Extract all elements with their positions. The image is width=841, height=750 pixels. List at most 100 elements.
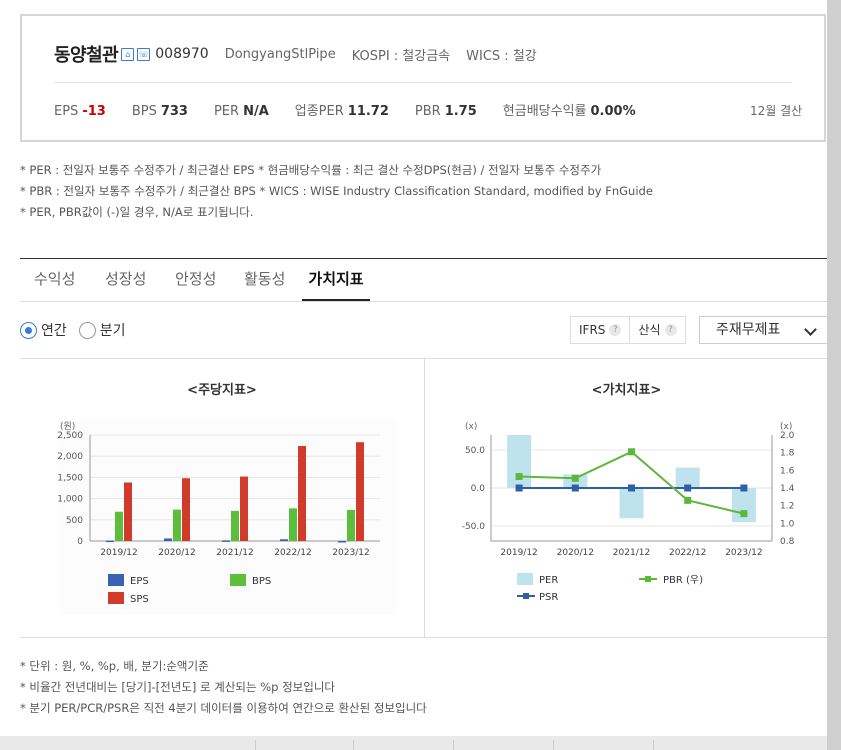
- point-psr: [740, 484, 748, 492]
- point-psr: [684, 484, 692, 492]
- per-share-chart: (원)05001,0001,5002,0002,5002019/12 2020/1…: [57, 419, 396, 615]
- home-icon[interactable]: ⌂: [121, 47, 135, 61]
- x-tick-label: 2019/12: [100, 548, 137, 558]
- annual-radio[interactable]: [20, 321, 37, 339]
- bar-eps: [222, 540, 230, 542]
- bar-eps: [280, 539, 288, 541]
- legend-label: BPS: [252, 576, 271, 587]
- metric-per: PER N/A: [213, 104, 269, 119]
- statement-select-value: 주재무제표: [716, 322, 781, 338]
- note-line: * PER, PBR값이 (-)일 경우, N/A로 표기됩니다.: [20, 205, 254, 219]
- x-tick-label: 2023/12: [332, 548, 369, 558]
- y-tick-label: 500: [66, 516, 83, 526]
- point-pbr: [571, 474, 579, 482]
- point-pbr: [684, 496, 692, 504]
- statement-select[interactable]: 주재무제표: [699, 316, 828, 344]
- y-tick-label: 0: [77, 537, 83, 547]
- legend-label: SPS: [130, 594, 149, 605]
- point-pbr: [628, 448, 635, 456]
- ifrs-button[interactable]: IFRS?: [571, 317, 629, 343]
- bar-eps: [164, 538, 172, 541]
- y-tick-label-left: -50.0: [462, 522, 486, 532]
- period-selector: 연간 분기: [20, 320, 138, 340]
- legend-swatch: [230, 574, 246, 586]
- ir-icon[interactable]: ☏: [137, 47, 151, 61]
- y-tick-label: 1,000: [57, 495, 83, 505]
- legend-label: PBR (우): [663, 574, 703, 586]
- company-header-card: 동양철관 ⌂ ☏ 008970 DongyangStlPipe KOSPI : …: [20, 14, 826, 142]
- bar-bps: [289, 508, 297, 541]
- company-name: 동양철관: [54, 45, 119, 66]
- bar-eps: [338, 541, 346, 543]
- y-tick-label-right: 2.0: [780, 431, 795, 441]
- metric-dividend-yield: 현금배당수익률 0.00%: [502, 104, 636, 119]
- quarter-label[interactable]: 분기: [100, 320, 126, 340]
- y-tick-label-left: 50.0: [465, 446, 485, 456]
- definition-notes: * PER : 전일자 보통주 수정주가 / 최근결산 EPS * 현금배당수익…: [20, 160, 653, 223]
- y-tick-label: 2,500: [57, 431, 83, 441]
- bar-bps: [347, 509, 355, 541]
- settlement-month: 12월 결산: [750, 104, 803, 118]
- legend-swatch: [108, 592, 124, 604]
- legend-swatch: [523, 593, 529, 599]
- tab-activity[interactable]: 활동성: [244, 259, 285, 301]
- x-tick-label: 2020/12: [158, 548, 195, 558]
- tab-valuation[interactable]: 가치지표: [302, 259, 370, 301]
- x-tick-label: 2023/12: [725, 548, 762, 558]
- formula-button[interactable]: 산식?: [629, 317, 684, 343]
- metric-eps: EPS -13: [54, 104, 106, 119]
- bar-sps: [356, 442, 364, 541]
- indicator-tabs: 수익성 성장성 안정성 활동성 가치지표: [20, 259, 828, 302]
- tab-growth[interactable]: 성장성: [105, 259, 146, 301]
- tab-profitability[interactable]: 수익성: [34, 259, 75, 301]
- legend-swatch: [517, 573, 533, 585]
- point-psr: [571, 484, 579, 492]
- header-divider: [54, 82, 792, 83]
- metric-industry-per: 업종PER 11.72: [294, 104, 389, 119]
- legend-label: EPS: [130, 576, 149, 587]
- y-tick-label-right: 1.8: [780, 449, 795, 459]
- help-icon[interactable]: ?: [664, 324, 677, 336]
- y-tick-label-right: 1.4: [780, 484, 795, 494]
- x-tick-label: 2021/12: [613, 548, 650, 558]
- footnotes: * 단위 : 원, %, %p, 배, 분기:순액기준 * 비율간 전년대비는 …: [20, 656, 427, 719]
- bar-bps: [115, 511, 123, 541]
- bar-per: [619, 488, 644, 519]
- y-tick-label: 2,000: [57, 452, 83, 462]
- bar-bps: [173, 509, 181, 541]
- bar-sps: [182, 478, 190, 541]
- footnote-line: * 분기 PER/PCR/PSR은 직전 4분기 데이터를 이용하여 연간으로 …: [20, 701, 427, 715]
- help-icon[interactable]: ?: [609, 324, 622, 336]
- legend-label: PER: [539, 575, 558, 586]
- english-name: DongyangStlPipe: [224, 46, 336, 62]
- x-tick-label: 2019/12: [500, 548, 537, 558]
- quarter-radio[interactable]: [78, 321, 96, 339]
- stock-code: 008970: [155, 46, 209, 62]
- bar-sps: [124, 482, 132, 541]
- info-buttons: IFRS? 산식?: [570, 316, 686, 344]
- table-header-strip: [0, 736, 827, 750]
- point-psr: [628, 484, 635, 492]
- x-tick-label: 2020/12: [557, 548, 594, 558]
- y-tick-label-right: 0.8: [780, 537, 795, 547]
- tab-stability[interactable]: 안정성: [175, 259, 216, 301]
- x-tick-label: 2022/12: [274, 548, 311, 558]
- bar-eps: [106, 540, 114, 543]
- market-sector: KOSPI : 철강금속: [351, 48, 451, 64]
- y-tick-label-right: 1.6: [780, 466, 795, 476]
- note-line: * PBR : 전일자 보통주 수정주가 / 최근결산 BPS * WICS :…: [20, 184, 653, 198]
- footnote-line: * 비율간 전년대비는 [당기]-[전년도] 로 계산되는 %p 정보입니다: [20, 680, 335, 694]
- footnote-line: * 단위 : 원, %, %p, 배, 분기:순액기준: [20, 659, 209, 673]
- metrics-row: EPS -13 BPS 733 PER N/A 업종PER 11.72 PBR 1.75 …: [54, 100, 662, 119]
- legend-swatch: [108, 574, 124, 586]
- note-line: * PER : 전일자 보통주 수정주가 / 최근결산 EPS * 현금배당수익…: [20, 163, 602, 177]
- window-margin: [827, 0, 841, 750]
- y-axis-label-left: (x): [465, 422, 477, 432]
- y-tick-label-right: 1.0: [780, 519, 795, 529]
- company-title-row: 동양철관 ⌂ ☏ 008970 DongyangStlPipe KOSPI : …: [54, 41, 537, 67]
- annual-label[interactable]: 연간: [41, 320, 67, 340]
- charts-area: <주당지표> (원) 0 500 1,000 1,500 2,000 2,500 2019/1…: [20, 358, 828, 638]
- x-tick-label: 2021/12: [216, 548, 253, 558]
- valuation-chart-panel: <가치지표> (x) (x) -50.0 0.0 50.0 0.8 1.0 1.2 1.4 1.6…: [425, 359, 828, 637]
- bar-sps: [298, 446, 306, 541]
